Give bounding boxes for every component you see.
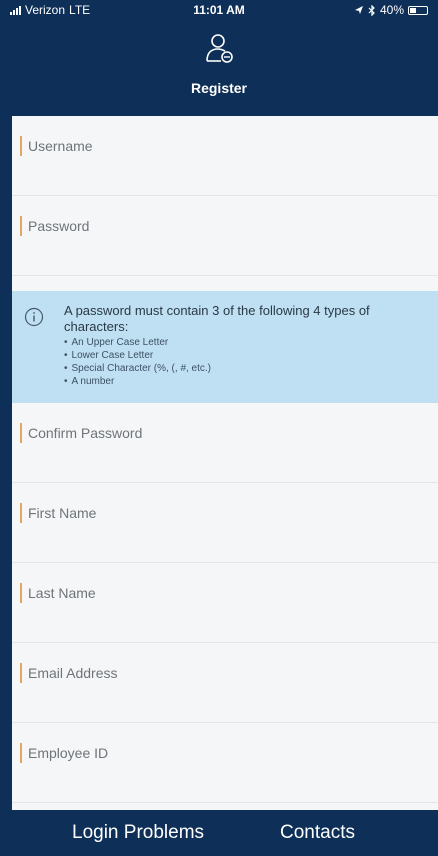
field-cursor <box>20 503 22 523</box>
requirement-item: Special Character (%, (, #, etc.) <box>64 362 212 375</box>
password-requirements: A password must contain 3 of the followi… <box>12 291 438 403</box>
bluetooth-icon <box>368 4 375 16</box>
page-title: Register <box>190 80 248 96</box>
username-field[interactable]: Username <box>12 116 438 196</box>
first-name-label: First Name <box>28 505 97 521</box>
registration-form: Username Password A password must contai… <box>12 116 438 810</box>
requirement-item: A number <box>64 375 211 388</box>
contacts-link[interactable]: Contacts <box>280 822 355 844</box>
status-bar: Verizon LTE 11:01 AM 40% <box>0 0 438 20</box>
confirm-password-label: Confirm Password <box>28 425 143 441</box>
battery-icon <box>408 5 428 15</box>
field-cursor <box>20 743 22 763</box>
field-cursor <box>20 663 22 683</box>
field-cursor <box>20 136 22 156</box>
register-user-icon <box>206 34 233 63</box>
status-right: 40% <box>354 3 428 17</box>
password-requirements-text: A password must contain 3 of the followi… <box>64 303 370 334</box>
requirement-item: An Upper Case Letter <box>64 336 211 349</box>
battery-percent: 40% <box>379 3 404 17</box>
first-name-field[interactable]: First Name <box>12 483 438 563</box>
field-cursor <box>20 583 22 603</box>
password-label: Password <box>28 218 90 234</box>
email-address-field[interactable]: Email Address <box>12 643 438 723</box>
requirement-item: Lower Case Letter <box>64 349 211 362</box>
field-cursor <box>20 216 22 236</box>
username-label: Username <box>28 138 93 154</box>
password-field[interactable]: Password <box>12 196 438 276</box>
confirm-password-field[interactable]: Confirm Password <box>12 403 438 483</box>
last-name-field[interactable]: Last Name <box>12 563 438 643</box>
email-address-label: Email Address <box>28 665 118 681</box>
battery-level <box>410 7 416 13</box>
employee-id-label: Employee ID <box>28 745 109 761</box>
field-cursor <box>20 423 22 443</box>
password-requirements-list: An Upper Case Letter Lower Case Letter S… <box>64 336 212 388</box>
employee-id-field[interactable]: Employee ID <box>12 723 438 803</box>
login-problems-link[interactable]: Login Problems <box>72 822 204 844</box>
last-name-label: Last Name <box>28 585 96 601</box>
location-icon <box>354 6 363 14</box>
footer-bar: Login Problems Contacts <box>0 810 438 856</box>
header: Register <box>0 20 438 116</box>
info-icon <box>24 307 44 327</box>
